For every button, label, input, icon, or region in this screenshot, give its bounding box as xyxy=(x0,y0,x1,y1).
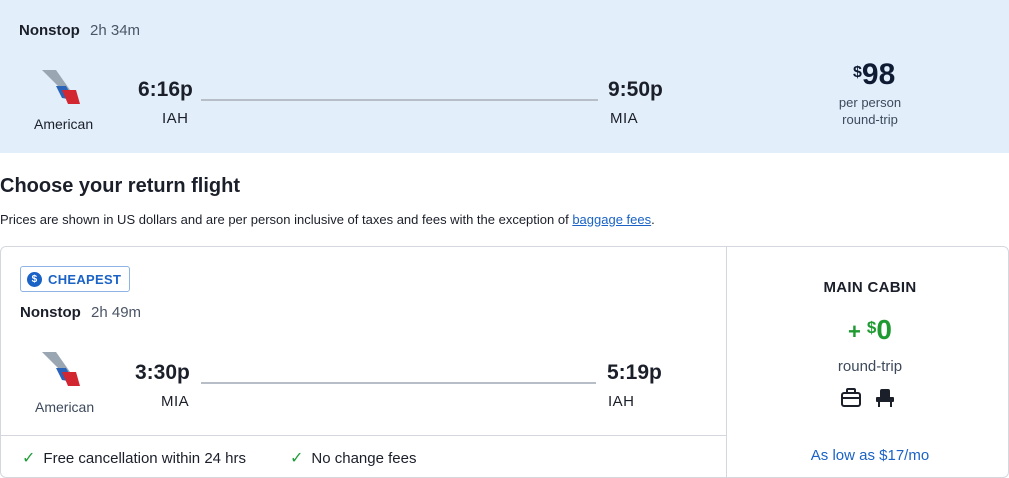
return-flight-line xyxy=(201,382,596,384)
cabin-title: MAIN CABIN xyxy=(823,279,917,296)
cabin-round-trip: round-trip xyxy=(837,358,903,375)
pricing-note: Prices are shown in US dollars and are p… xyxy=(0,212,655,227)
card-footer-divider xyxy=(0,435,727,436)
card-divider xyxy=(726,246,727,478)
outbound-arrive-code: MIA xyxy=(610,110,639,127)
outbound-price-amount: 98 xyxy=(861,58,896,91)
financing-link[interactable]: As low as $17/mo xyxy=(770,447,970,464)
return-arrive-code: IAH xyxy=(608,393,635,410)
checkmark-icon: ✓ xyxy=(290,450,304,467)
carry-on-bag-icon xyxy=(841,388,861,407)
cabin-price-button[interactable]: + $0 xyxy=(770,314,970,346)
return-arrive-time: 5:19p xyxy=(607,361,662,384)
cabin-amenity-icons xyxy=(840,388,896,408)
cabin-price-currency: $ xyxy=(866,318,877,337)
outbound-depart-time: 6:16p xyxy=(138,78,193,101)
pricing-note-text: Prices are shown in US dollars and are p… xyxy=(0,212,573,227)
return-stops-row: Nonstop 2h 49m xyxy=(20,304,141,321)
baggage-fees-link[interactable]: baggage fees xyxy=(572,212,651,227)
american-airlines-logo-icon xyxy=(42,70,80,104)
cheapest-badge: $ CHEAPEST xyxy=(20,266,131,292)
cheapest-badge-label: CHEAPEST xyxy=(48,271,122,287)
return-depart-code: MIA xyxy=(161,393,190,410)
cabin-price-plus: + xyxy=(848,319,861,344)
dollar-badge-icon: $ xyxy=(27,271,42,287)
selected-outbound-flight: Nonstop 2h 34m American 6:16p IAH 9:50p … xyxy=(0,0,1009,153)
cabin-price-amount: 0 xyxy=(876,314,892,345)
outbound-price-per-person: per person xyxy=(838,95,902,110)
outbound-depart-code: IAH xyxy=(162,110,189,127)
checkmark-icon: ✓ xyxy=(22,450,36,467)
outbound-arrive-time: 9:50p xyxy=(608,78,663,101)
outbound-price-round-trip: round-trip xyxy=(842,112,898,127)
outbound-stops: Nonstop xyxy=(19,22,80,39)
feature-label: No change fees xyxy=(311,449,417,467)
outbound-price-currency: $ xyxy=(853,64,862,81)
return-airline-name: American xyxy=(35,399,95,415)
american-airlines-logo-icon xyxy=(42,352,80,386)
outbound-stops-row: Nonstop 2h 34m xyxy=(19,22,140,39)
seat-icon xyxy=(876,389,894,407)
feature-no-change-fees: ✓ No change fees xyxy=(290,448,416,468)
return-duration: 2h 49m xyxy=(91,304,142,321)
feature-label: Free cancellation within 24 hrs xyxy=(43,449,247,467)
outbound-flight-line xyxy=(201,99,598,101)
outbound-price: $98 xyxy=(853,58,895,92)
return-depart-time: 3:30p xyxy=(135,361,190,384)
page-title: Choose your return flight xyxy=(0,175,240,197)
pricing-note-suffix: . xyxy=(651,212,655,227)
feature-free-cancellation: ✓ Free cancellation within 24 hrs xyxy=(22,448,246,468)
return-stops: Nonstop xyxy=(20,304,81,321)
outbound-duration: 2h 34m xyxy=(90,22,141,39)
outbound-airline-name: American xyxy=(34,116,94,132)
